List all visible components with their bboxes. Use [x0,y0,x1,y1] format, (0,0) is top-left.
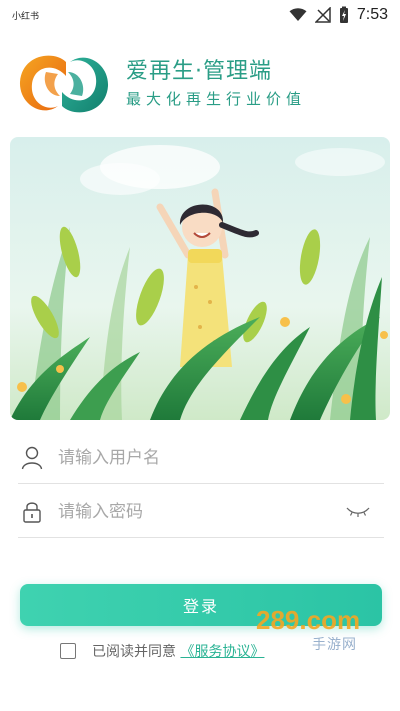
username-input[interactable] [58,447,384,468]
password-input[interactable] [58,501,384,522]
status-icons: 7:53 [289,6,388,24]
banner-illustration [10,137,390,420]
status-time: 7:53 [356,6,388,23]
brand-header: 爱再生·管理端 最大化再生行业价值 [16,52,306,116]
password-field [18,486,384,538]
user-icon [18,446,46,470]
app-title: 爱再生·管理端 [126,59,272,84]
battery-charging-icon [339,6,349,24]
username-field [18,432,384,484]
status-bar: 小红书 7:53 [0,0,400,30]
recycle-logo-icon [19,55,109,113]
agreement-text: 已阅读并同意 《服务协议》 [92,641,264,661]
signal-off-icon [314,7,331,23]
status-carrier: 小红书 [12,11,40,22]
eye-closed-icon[interactable] [346,504,370,523]
watermark-sub-text: 手游网 [312,637,357,653]
lock-icon [18,500,46,524]
agreement-prefix: 已阅读并同意 [92,644,176,660]
wifi-icon [289,8,307,22]
app-slogan: 最大化再生行业价值 [126,90,307,108]
watermark-brand-text: 289.com [256,605,360,635]
agreement-checkbox[interactable] [60,643,76,659]
